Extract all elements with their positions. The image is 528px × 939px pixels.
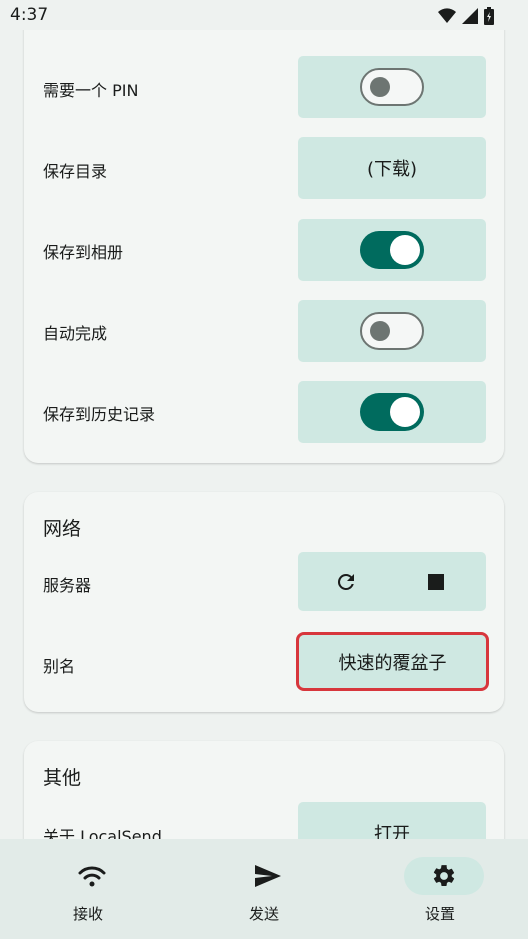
require-pin-switch[interactable] — [360, 68, 424, 106]
save-to-history-switch[interactable] — [360, 393, 424, 431]
switch-knob — [390, 235, 420, 265]
network-card: 网络 服务器 别名 快速的覆盆子 — [24, 492, 504, 712]
status-bar: 4:37 — [0, 0, 528, 30]
require-pin-tile[interactable] — [298, 56, 486, 118]
bottom-navigation: 接收 发送 设置 — [0, 839, 528, 939]
save-to-gallery-switch[interactable] — [360, 231, 424, 269]
alias-value: 快速的覆盆子 — [338, 652, 447, 674]
refresh-icon — [337, 574, 354, 590]
server-label: 服务器 — [43, 576, 92, 595]
server-controls-tile — [298, 552, 486, 611]
wifi-signal-icon — [438, 8, 456, 23]
receive-settings-card: 需要一个 PIN 保存目录 (下载) 保存到相册 自动完成 保存到历史记录 — [24, 0, 504, 463]
cell-signal-icon — [462, 8, 478, 24]
nav-item-receive[interactable]: 接收 — [0, 839, 176, 939]
save-directory-label: 保存目录 — [43, 162, 108, 181]
nav-label-send: 发送 — [248, 905, 279, 923]
save-to-history-tile[interactable] — [298, 381, 486, 443]
nav-item-settings[interactable]: 设置 — [352, 839, 528, 939]
save-to-gallery-tile[interactable] — [298, 219, 486, 281]
switch-knob — [390, 397, 420, 427]
send-icon — [255, 865, 281, 887]
nav-label-settings: 设置 — [424, 905, 455, 923]
wifi-icon — [78, 866, 106, 887]
nav-pill — [228, 857, 308, 895]
status-icons — [438, 7, 494, 25]
auto-finish-label: 自动完成 — [43, 324, 108, 343]
require-pin-label: 需要一个 PIN — [43, 81, 139, 100]
status-time: 4:37 — [10, 5, 49, 25]
other-title: 其他 — [43, 767, 82, 789]
nav-pill-active — [404, 857, 484, 895]
nav-pill — [52, 857, 132, 895]
settings-scroll-area[interactable]: 需要一个 PIN 保存目录 (下载) 保存到相册 自动完成 保存到历史记录 网络… — [0, 0, 528, 939]
save-directory-value: (下载) — [366, 159, 418, 180]
switch-knob — [370, 77, 390, 97]
battery-icon — [484, 7, 494, 25]
auto-finish-switch[interactable] — [360, 312, 424, 350]
nav-label-receive: 接收 — [72, 905, 103, 923]
gear-icon — [433, 865, 455, 886]
save-to-gallery-label: 保存到相册 — [43, 243, 124, 262]
network-title: 网络 — [43, 518, 82, 540]
auto-finish-tile[interactable] — [298, 300, 486, 362]
save-directory-button[interactable]: (下载) — [298, 137, 486, 199]
stop-icon — [428, 574, 444, 590]
alias-button[interactable]: 快速的覆盆子 — [296, 632, 489, 691]
switch-knob — [370, 321, 390, 341]
alias-label: 别名 — [43, 657, 76, 676]
restart-server-button[interactable] — [332, 568, 360, 596]
nav-item-send[interactable]: 发送 — [176, 839, 352, 939]
stop-server-button[interactable] — [422, 568, 450, 596]
save-to-history-label: 保存到历史记录 — [43, 405, 156, 424]
